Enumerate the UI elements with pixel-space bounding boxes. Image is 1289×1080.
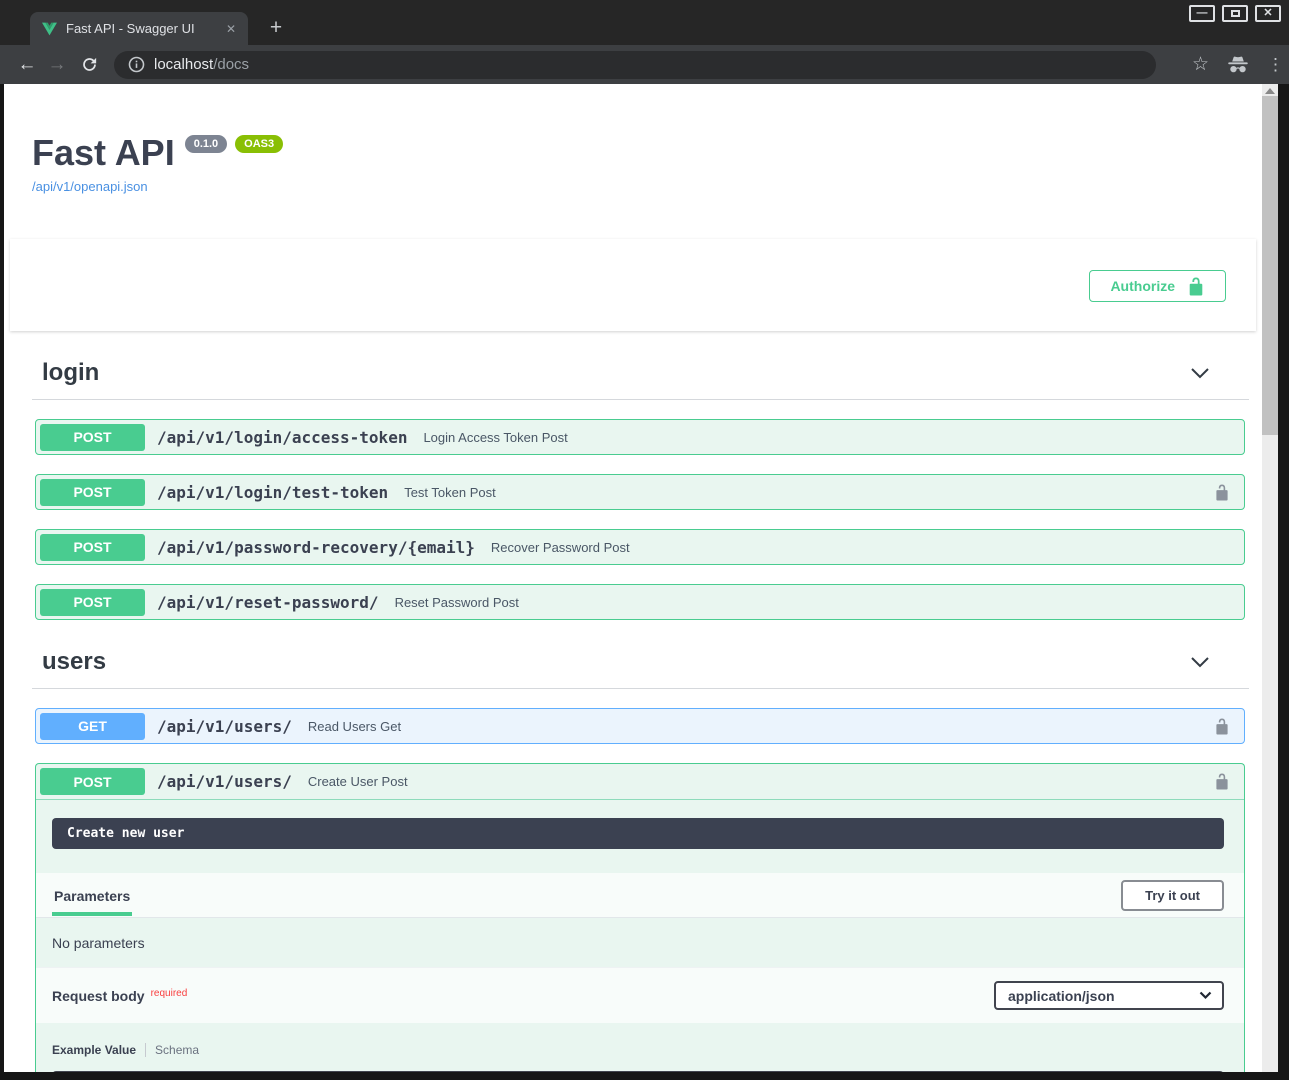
oas3-badge: OAS3 [235, 135, 283, 153]
tab-schema[interactable]: Schema [155, 1043, 199, 1057]
operation-path: /api/v1/users/ [157, 772, 292, 791]
fastapi-favicon-icon [42, 22, 57, 36]
section-title: users [42, 648, 106, 676]
request-body-label: Request body [52, 988, 145, 1004]
auth-lock-icon[interactable] [1214, 483, 1230, 502]
method-badge: GET [40, 713, 145, 740]
titlebar: Fast API - Swagger UI ✕ + — ✕ [0, 0, 1289, 45]
auth-lock-icon[interactable] [1214, 717, 1230, 736]
section-login-header[interactable]: login [32, 331, 1249, 400]
operation-summary: Recover Password Post [491, 540, 630, 555]
no-parameters-text: No parameters [36, 918, 1244, 967]
window-controls: — ✕ [1189, 5, 1281, 22]
section-login: login POST /api/v1/login/access-token Lo… [32, 331, 1249, 620]
operation-summary: Read Users Get [308, 719, 401, 734]
reload-icon [80, 55, 99, 74]
version-badge: 0.1.0 [185, 135, 227, 153]
authorize-button[interactable]: Authorize [1089, 270, 1226, 302]
method-badge: POST [40, 534, 145, 561]
method-badge: POST [40, 479, 145, 506]
maximize-icon [1231, 10, 1240, 17]
swagger-page: Fast API 0.1.0 OAS3 /api/v1/openapi.json… [4, 84, 1262, 1072]
new-tab-button[interactable]: + [262, 14, 290, 42]
api-info: Fast API 0.1.0 OAS3 /api/v1/openapi.json [4, 84, 1262, 196]
media-type-select[interactable]: application/json [994, 981, 1224, 1010]
page-scrollbar[interactable] [1262, 84, 1278, 1072]
chevron-down-icon[interactable] [1189, 365, 1211, 382]
reload-button[interactable] [74, 55, 104, 74]
browser-window: Fast API - Swagger UI ✕ + — ✕ ← → [0, 0, 1289, 1080]
unlocked-padlock-icon [1187, 276, 1205, 297]
operation-path: /api/v1/login/access-token [157, 428, 407, 447]
operation-read-users[interactable]: GET /api/v1/users/ Read Users Get [35, 708, 1245, 744]
operation-summary: Reset Password Post [395, 595, 519, 610]
chevron-down-icon [1199, 991, 1212, 1000]
scheme-container: Authorize [10, 239, 1256, 331]
method-badge: POST [40, 768, 145, 795]
chevron-down-icon[interactable] [1189, 654, 1211, 671]
browser-body: Fast API 0.1.0 OAS3 /api/v1/openapi.json… [0, 84, 1289, 1080]
operation-summary-row[interactable]: POST /api/v1/users/ Create User Post [36, 764, 1244, 800]
authorize-label: Authorize [1110, 278, 1175, 294]
method-badge: POST [40, 424, 145, 451]
maximize-button[interactable] [1222, 5, 1248, 22]
back-button[interactable]: ← [12, 55, 42, 74]
operation-login-test-token[interactable]: POST /api/v1/login/test-token Test Token… [35, 474, 1245, 510]
operation-summary: Test Token Post [404, 485, 496, 500]
operation-path: /api/v1/password-recovery/{email} [157, 538, 475, 557]
example-section: Example Value Schema { [36, 1023, 1244, 1072]
toolbar-right-icons: ☆ ⋮ [1192, 53, 1279, 76]
operation-password-recovery[interactable]: POST /api/v1/password-recovery/{email} R… [35, 529, 1245, 565]
operation-create-user-expanded: POST /api/v1/users/ Create User Post Cre… [35, 763, 1245, 1072]
operation-login-access-token[interactable]: POST /api/v1/login/access-token Login Ac… [35, 419, 1245, 455]
method-badge: POST [40, 589, 145, 616]
tab-parameters[interactable]: Parameters [52, 874, 132, 916]
operation-summary: Login Access Token Post [423, 430, 567, 445]
scrollbar-thumb[interactable] [1262, 96, 1278, 435]
try-it-out-button[interactable]: Try it out [1121, 880, 1224, 911]
operation-path: /api/v1/users/ [157, 717, 292, 736]
parameters-header: Parameters Try it out [36, 873, 1244, 918]
media-type-value: application/json [1008, 988, 1115, 1004]
operation-path: /api/v1/reset-password/ [157, 593, 379, 612]
site-info-icon[interactable] [128, 56, 145, 73]
operation-summary: Create User Post [308, 774, 408, 789]
browser-menu-icon[interactable]: ⋮ [1267, 55, 1279, 75]
bookmark-star-icon[interactable]: ☆ [1192, 53, 1209, 76]
close-button[interactable]: ✕ [1255, 5, 1281, 22]
section-users-header[interactable]: users [32, 620, 1249, 689]
operation-reset-password[interactable]: POST /api/v1/reset-password/ Reset Passw… [35, 584, 1245, 620]
forward-button: → [42, 55, 72, 74]
section-title: login [42, 359, 99, 387]
url-text[interactable]: localhost/docs [154, 56, 249, 73]
browser-tab[interactable]: Fast API - Swagger UI ✕ [30, 12, 248, 45]
url-host: localhost [154, 56, 213, 73]
incognito-icon [1227, 55, 1249, 74]
example-tabs: Example Value Schema [52, 1043, 1224, 1057]
operation-description: Create new user [52, 818, 1224, 849]
section-users: users GET /api/v1/users/ Read Users Get [32, 620, 1249, 1072]
auth-lock-icon[interactable] [1214, 772, 1230, 791]
operation-path: /api/v1/login/test-token [157, 483, 388, 502]
address-bar[interactable]: localhost/docs [114, 51, 1156, 79]
required-flag: required [151, 988, 188, 999]
browser-toolbar: ← → localhost/docs ☆ [0, 45, 1289, 84]
tab-title: Fast API - Swagger UI [66, 21, 222, 36]
tab-example-value[interactable]: Example Value [52, 1043, 136, 1057]
request-body-section: Request body required application/json [36, 967, 1244, 1023]
tab-close-icon[interactable]: ✕ [222, 20, 240, 38]
openapi-spec-link[interactable]: /api/v1/openapi.json [32, 179, 148, 194]
badges: 0.1.0 OAS3 [185, 135, 283, 153]
url-path: /docs [213, 56, 249, 73]
page-title: Fast API [32, 133, 175, 173]
scrollbar-up-arrow[interactable] [1265, 88, 1275, 94]
tab-separator [145, 1043, 146, 1057]
example-code-block[interactable]: { [52, 1071, 1224, 1072]
minimize-button[interactable]: — [1189, 5, 1215, 22]
